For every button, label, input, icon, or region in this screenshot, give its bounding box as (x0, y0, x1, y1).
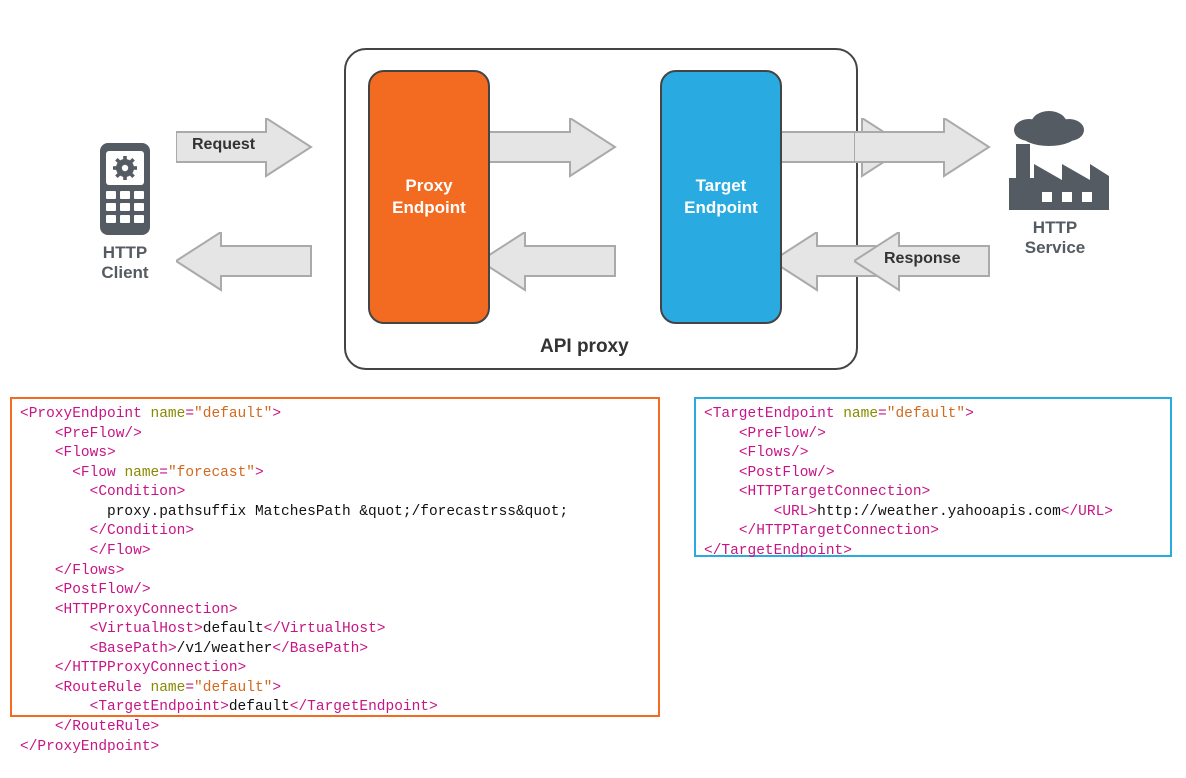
arrow-response-1 (176, 232, 336, 292)
response-label: Response (884, 250, 960, 268)
proxy-endpoint-xml: <ProxyEndpoint name="default"> <PreFlow/… (10, 397, 660, 717)
arrow-response-2 (480, 232, 640, 292)
request-label: Request (192, 136, 255, 154)
http-client-icon (90, 143, 160, 235)
proxy-endpoint-box: Proxy Endpoint (368, 70, 490, 324)
target-endpoint-box: Target Endpoint (660, 70, 782, 324)
diagram-root: HTTP Client HTTP Service API proxy (0, 0, 1186, 778)
target-endpoint-xml: <TargetEndpoint name="default"> <PreFlow… (694, 397, 1172, 557)
api-proxy-label: API proxy (540, 336, 629, 358)
arrow-request-2 (480, 118, 640, 178)
http-client-label: HTTP Client (90, 243, 160, 283)
http-service-label: HTTP Service (1000, 218, 1110, 258)
arrow-request-5 (854, 118, 1014, 178)
